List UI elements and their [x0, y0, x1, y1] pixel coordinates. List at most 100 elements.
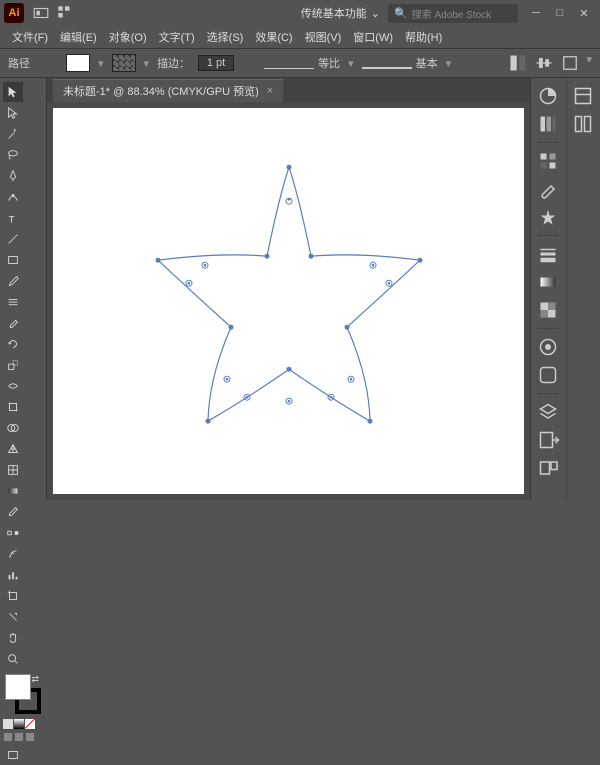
- gradient-panel-icon[interactable]: [536, 270, 560, 294]
- menu-window[interactable]: 窗口(W): [349, 27, 397, 47]
- shape-builder-tool[interactable]: [3, 418, 23, 438]
- workspace-label: 传统基本功能: [301, 5, 367, 21]
- color-mode-icon[interactable]: [3, 719, 13, 729]
- swap-fill-stroke-icon[interactable]: ⇄: [31, 674, 39, 685]
- draw-inside-icon[interactable]: [25, 732, 35, 742]
- artboard-tool[interactable]: [3, 586, 23, 606]
- menu-select[interactable]: 选择(S): [203, 27, 248, 47]
- menu-type[interactable]: 文字(T): [155, 27, 199, 47]
- profile-label: 等比: [318, 55, 340, 71]
- opacity-icon[interactable]: [508, 53, 528, 73]
- maximize-button[interactable]: □: [548, 4, 572, 22]
- asset-export-panel-icon[interactable]: [536, 428, 560, 452]
- document-tabs: 未标题-1* @ 88.34% (CMYK/GPU 预览) ×: [47, 78, 530, 102]
- type-tool[interactable]: T: [3, 208, 23, 228]
- chevron-down-icon[interactable]: ▾: [586, 53, 592, 73]
- symbol-sprayer-tool[interactable]: [3, 544, 23, 564]
- graphic-styles-panel-icon[interactable]: [536, 363, 560, 387]
- toolbox: T ⇄: [0, 78, 47, 500]
- search-icon: 🔍: [394, 7, 408, 20]
- screen-mode-icon[interactable]: [3, 745, 23, 765]
- curvature-tool[interactable]: [3, 187, 23, 207]
- close-tab-icon[interactable]: ×: [267, 85, 273, 97]
- appearance-panel-icon[interactable]: [536, 335, 560, 359]
- menu-help[interactable]: 帮助(H): [401, 27, 446, 47]
- close-button[interactable]: ✕: [572, 4, 596, 22]
- document-tab[interactable]: 未标题-1* @ 88.34% (CMYK/GPU 预览) ×: [53, 79, 283, 102]
- arrange-icon[interactable]: [56, 4, 74, 22]
- right-panel-dock: [530, 78, 600, 500]
- blend-tool[interactable]: [3, 523, 23, 543]
- slice-tool[interactable]: [3, 607, 23, 627]
- swatches-panel-icon[interactable]: [536, 149, 560, 173]
- color-panel-icon[interactable]: [536, 84, 560, 108]
- eraser-tool[interactable]: [3, 313, 23, 333]
- chevron-down-icon[interactable]: ▾: [446, 57, 452, 70]
- transparency-panel-icon[interactable]: [536, 298, 560, 322]
- zoom-tool[interactable]: [3, 649, 23, 669]
- hand-tool[interactable]: [3, 628, 23, 648]
- menu-object[interactable]: 对象(O): [105, 27, 151, 47]
- minimize-button[interactable]: ─: [524, 4, 548, 22]
- fill-swatch[interactable]: [66, 54, 90, 72]
- workspace-selector[interactable]: 传统基本功能 ⌄: [301, 5, 380, 21]
- scale-tool[interactable]: [3, 355, 23, 375]
- rectangle-tool[interactable]: [3, 250, 23, 270]
- pen-tool[interactable]: [3, 166, 23, 186]
- transform-icon[interactable]: [560, 53, 580, 73]
- mesh-tool[interactable]: [3, 460, 23, 480]
- column-graph-tool[interactable]: [3, 565, 23, 585]
- magic-wand-tool[interactable]: [3, 124, 23, 144]
- search-placeholder: 搜索 Adobe Stock: [412, 6, 491, 21]
- artboards-panel-icon[interactable]: [536, 456, 560, 480]
- bridge-icon[interactable]: [32, 4, 50, 22]
- menu-file[interactable]: 文件(F): [8, 27, 52, 47]
- fill-stroke-control[interactable]: ⇄: [5, 674, 41, 714]
- gradient-mode-icon[interactable]: [14, 719, 24, 729]
- brushes-panel-icon[interactable]: [536, 177, 560, 201]
- stroke-weight-input[interactable]: 1 pt: [198, 55, 234, 71]
- layers-panel-icon[interactable]: [536, 400, 560, 424]
- chevron-down-icon: ⌄: [371, 7, 380, 20]
- svg-text:T: T: [9, 214, 15, 225]
- menu-edit[interactable]: 编辑(E): [56, 27, 101, 47]
- shaper-tool[interactable]: [3, 292, 23, 312]
- properties-panel-icon[interactable]: [571, 84, 595, 108]
- chevron-down-icon[interactable]: ▾: [144, 57, 150, 70]
- width-tool[interactable]: [3, 376, 23, 396]
- gradient-tool[interactable]: [3, 481, 23, 501]
- chevron-down-icon[interactable]: ▾: [98, 57, 104, 70]
- libraries-panel-icon[interactable]: [571, 112, 595, 136]
- variable-width-profile[interactable]: [264, 57, 314, 69]
- menu-effect[interactable]: 效果(C): [251, 27, 296, 47]
- color-guide-panel-icon[interactable]: [536, 112, 560, 136]
- stroke-panel-icon[interactable]: [536, 242, 560, 266]
- selection-tool[interactable]: [3, 82, 23, 102]
- line-tool[interactable]: [3, 229, 23, 249]
- star-shape[interactable]: [129, 152, 449, 462]
- document-title: 未标题-1* @ 88.34% (CMYK/GPU 预览): [63, 83, 259, 99]
- perspective-tool[interactable]: [3, 439, 23, 459]
- draw-normal-icon[interactable]: [3, 732, 13, 742]
- symbols-panel-icon[interactable]: [536, 205, 560, 229]
- lasso-tool[interactable]: [3, 145, 23, 165]
- brush-definition[interactable]: [362, 57, 412, 69]
- selection-type-label: 路径: [8, 55, 30, 71]
- direct-selection-tool[interactable]: [3, 103, 23, 123]
- free-transform-tool[interactable]: [3, 397, 23, 417]
- none-mode-icon[interactable]: [25, 719, 35, 729]
- chevron-down-icon[interactable]: ▾: [348, 57, 354, 70]
- paintbrush-tool[interactable]: [3, 271, 23, 291]
- eyedropper-tool[interactable]: [3, 502, 23, 522]
- align-icon[interactable]: [534, 53, 554, 73]
- fill-color-icon[interactable]: [5, 674, 31, 700]
- menu-bar: 文件(F) 编辑(E) 对象(O) 文字(T) 选择(S) 效果(C) 视图(V…: [0, 26, 600, 48]
- stroke-swatch[interactable]: [112, 54, 136, 72]
- stroke-label: 描边：: [157, 55, 190, 71]
- menu-view[interactable]: 视图(V): [301, 27, 346, 47]
- search-stock-input[interactable]: 🔍 搜索 Adobe Stock: [388, 4, 518, 23]
- draw-behind-icon[interactable]: [14, 732, 24, 742]
- rotate-tool[interactable]: [3, 334, 23, 354]
- canvas-artboard[interactable]: [53, 108, 524, 494]
- control-bar: 路径 ▾ ▾ 描边： 1 pt 等比 ▾ 基本 ▾ ▾: [0, 48, 600, 78]
